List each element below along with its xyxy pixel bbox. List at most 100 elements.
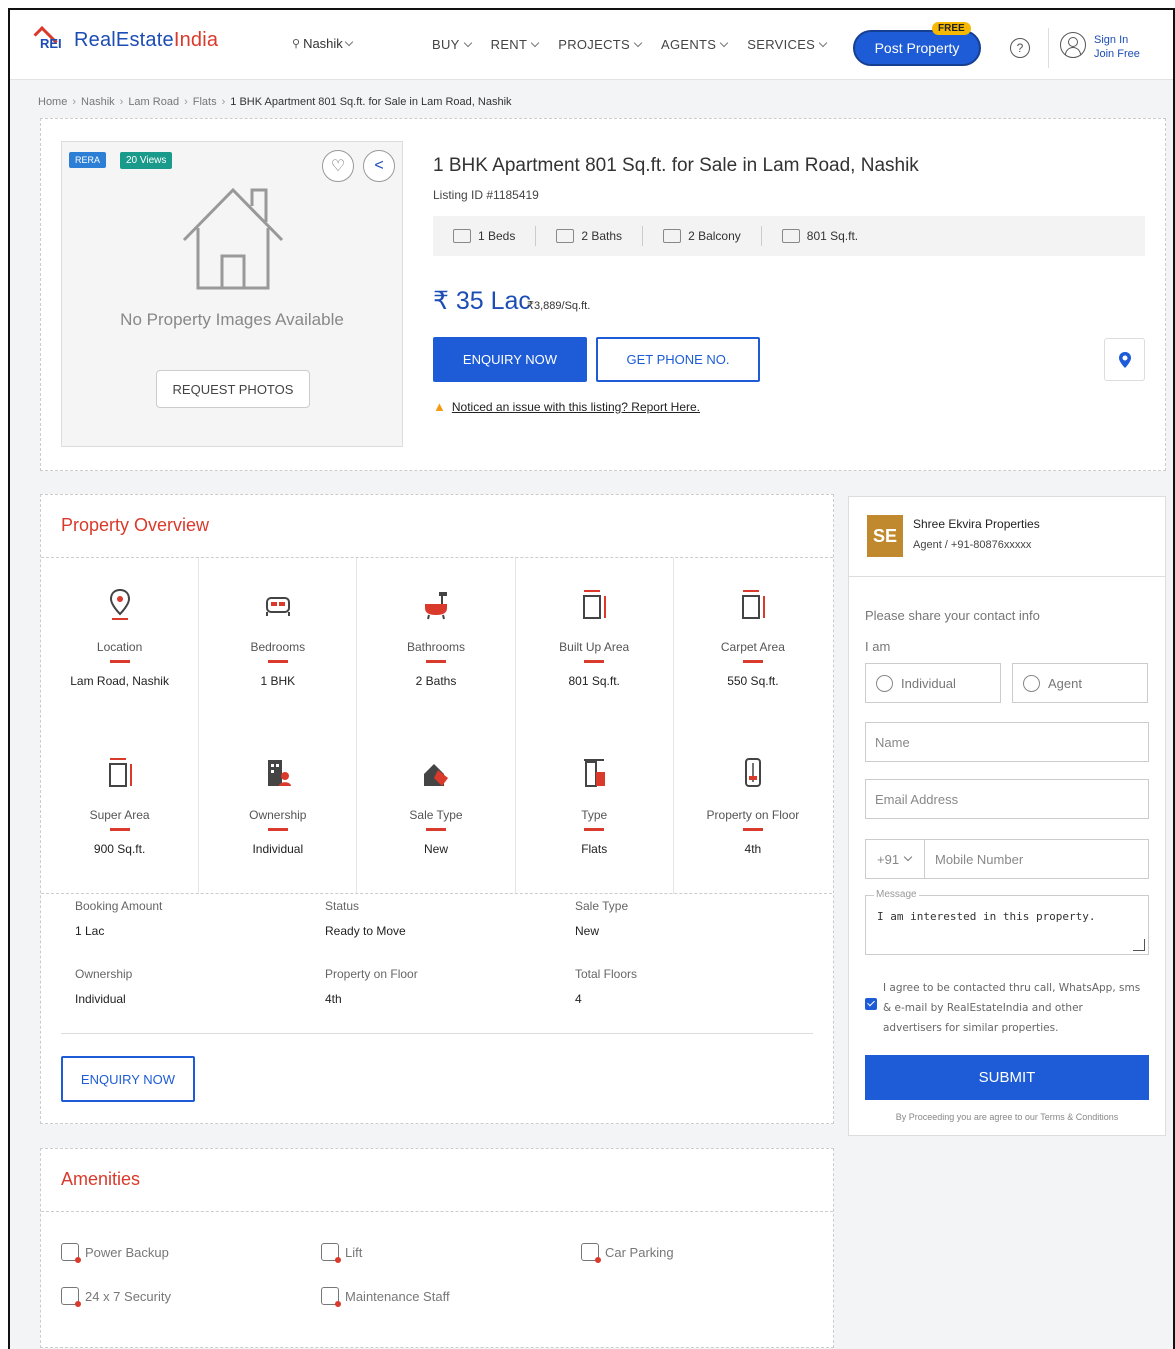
- nav-item-buy[interactable]: BUY: [432, 37, 472, 52]
- bathroom-icon: [424, 592, 447, 620]
- chevron-down-icon: [633, 38, 643, 47]
- logo-text-part-2: India: [173, 28, 219, 51]
- report-link[interactable]: Noticed an issue with this listing? Repo…: [452, 400, 700, 414]
- post-property-button[interactable]: Post Property: [853, 30, 981, 66]
- section-title: Amenities: [61, 1169, 141, 1189]
- overview-cell-super-area: Super Area 900 Sq.ft.: [41, 726, 200, 894]
- bed-icon: [453, 229, 471, 243]
- area-icon: [781, 229, 800, 243]
- overview-label: Type: [581, 808, 608, 822]
- radio-agent[interactable]: Agent: [1012, 663, 1148, 703]
- country-code-select[interactable]: +91: [865, 839, 925, 879]
- views-badge: 20 Views: [120, 152, 173, 169]
- site-logo[interactable]: REI RealEstateIndia: [33, 26, 219, 54]
- listing-title: 1 BHK Apartment 801 Sq.ft. for Sale in L…: [433, 155, 919, 176]
- type-icon: [584, 759, 606, 787]
- overview-value: New: [423, 842, 448, 856]
- spec-balcony: 2 Balcony: [643, 226, 762, 246]
- nav-item-agents[interactable]: AGENTS: [661, 37, 729, 52]
- overview-label: Carpet Area: [720, 640, 785, 654]
- price: ₹ 35 Lac: [433, 287, 531, 315]
- spec-label: 801 Sq.ft.: [806, 229, 859, 243]
- get-phone-button[interactable]: GET PHONE NO.: [596, 337, 760, 382]
- nav-label: RENT: [490, 37, 528, 52]
- heart-icon[interactable]: ♡: [322, 150, 354, 182]
- map-pin-button[interactable]: [1104, 338, 1145, 381]
- breadcrumb-home[interactable]: Home: [38, 96, 67, 108]
- overview-value: 801 Sq.ft.: [568, 674, 620, 688]
- submit-button[interactable]: SUBMIT: [865, 1055, 1149, 1100]
- detail-label: Total Floors: [575, 967, 638, 981]
- section-divider: [41, 893, 832, 894]
- help-icon[interactable]: ?: [1010, 38, 1030, 58]
- detail-floor: Property on Floor 4th: [325, 967, 418, 1006]
- free-badge: FREE: [932, 22, 971, 35]
- overview-cell-floor: Property on Floor 4th: [674, 726, 832, 894]
- listing-id: Listing ID #1185419: [433, 188, 539, 202]
- city-label: Nashik: [303, 36, 343, 51]
- request-photos-button[interactable]: REQUEST PHOTOS: [156, 370, 310, 408]
- enquiry-now-button[interactable]: ENQUIRY NOW: [433, 337, 587, 382]
- resize-handle-icon[interactable]: [1133, 939, 1145, 951]
- power-backup-icon: [61, 1243, 81, 1263]
- amenity-lift: Lift: [321, 1243, 362, 1263]
- breadcrumb-locality[interactable]: Lam Road: [128, 96, 179, 108]
- nav-label: BUY: [432, 37, 460, 52]
- section-title: Property Overview: [61, 515, 210, 535]
- sign-in-links: Sign In Join Free: [1094, 33, 1140, 61]
- consent-text: I agree to be contacted thru call, Whats…: [883, 982, 1141, 1034]
- share-icon[interactable]: <: [363, 150, 395, 182]
- amenity-label: 24 x 7 Security: [85, 1288, 171, 1304]
- map-pin-icon: [1118, 351, 1131, 368]
- warning-icon: ▲: [433, 399, 446, 414]
- overview-value: 900 Sq.ft.: [93, 842, 146, 856]
- overview-value: 2 Baths: [415, 674, 457, 688]
- breadcrumb-category[interactable]: Flats: [193, 96, 217, 108]
- detail-value: New: [575, 924, 600, 938]
- logo-mark-text: REI: [40, 36, 62, 51]
- overview-label: Built Up Area: [559, 640, 630, 654]
- overview-value: 4th: [744, 842, 762, 856]
- overview-value: 1 BHK: [260, 674, 296, 688]
- city-selector[interactable]: ⚲ Nashik: [292, 36, 354, 51]
- contact-form-card: SE Shree Ekvira Properties Agent / +91-8…: [848, 496, 1166, 1136]
- terms-text: By Proceeding you are agree to our Terms…: [895, 1112, 1119, 1122]
- agent-name: Shree Ekvira Properties: [913, 517, 1040, 531]
- user-icon[interactable]: [1060, 32, 1086, 58]
- detail-label: Property on Floor: [325, 967, 418, 981]
- message-textarea[interactable]: Message I am interested in this property…: [865, 889, 1149, 955]
- lift-icon: [321, 1243, 341, 1263]
- logo-text-part-1: RealEstate: [74, 28, 174, 51]
- radio-individual[interactable]: Individual: [865, 663, 1001, 703]
- overview-label: Ownership: [249, 808, 307, 822]
- detail-value: 1 Lac: [75, 924, 105, 938]
- breadcrumb-city[interactable]: Nashik: [81, 96, 115, 108]
- sign-in-link[interactable]: Sign In: [1094, 33, 1140, 47]
- overview-value: Flats: [581, 842, 608, 856]
- join-free-link[interactable]: Join Free: [1094, 47, 1140, 61]
- radio-label: Individual: [901, 675, 956, 691]
- consent-row: I agree to be contacted thru call, Whats…: [865, 978, 1145, 1038]
- radio-button-icon: [876, 674, 893, 692]
- mobile-field[interactable]: Mobile Number: [924, 839, 1149, 879]
- agent-phone: Agent / +91-80876xxxxx: [913, 539, 1032, 551]
- location-icon: [109, 588, 130, 620]
- spec-label: 1 Beds: [478, 229, 516, 243]
- overview-label: Location: [96, 640, 143, 654]
- spec-strip: 1 Beds 2 Baths 2 Balcony 801 Sq.ft.: [433, 216, 1145, 256]
- nav-item-services[interactable]: SERVICES: [747, 37, 828, 52]
- accent-bar: [742, 828, 763, 831]
- email-field[interactable]: Email Address: [865, 779, 1149, 819]
- avatar: SE: [867, 515, 903, 557]
- nav-item-projects[interactable]: PROJECTS: [558, 37, 643, 52]
- built-up-area-icon: [583, 590, 607, 619]
- maintenance-staff-icon: [321, 1287, 341, 1307]
- nav-item-rent[interactable]: RENT: [490, 37, 540, 52]
- consent-checkbox[interactable]: [865, 998, 877, 1010]
- overview-enquiry-button[interactable]: ENQUIRY NOW: [61, 1056, 195, 1102]
- overview-label: Property on Floor: [706, 808, 800, 822]
- name-field[interactable]: Name: [865, 722, 1149, 762]
- overview-cell-sale-type: Sale Type New: [357, 726, 516, 894]
- detail-value: 4th: [325, 992, 342, 1006]
- detail-value: Individual: [75, 992, 126, 1006]
